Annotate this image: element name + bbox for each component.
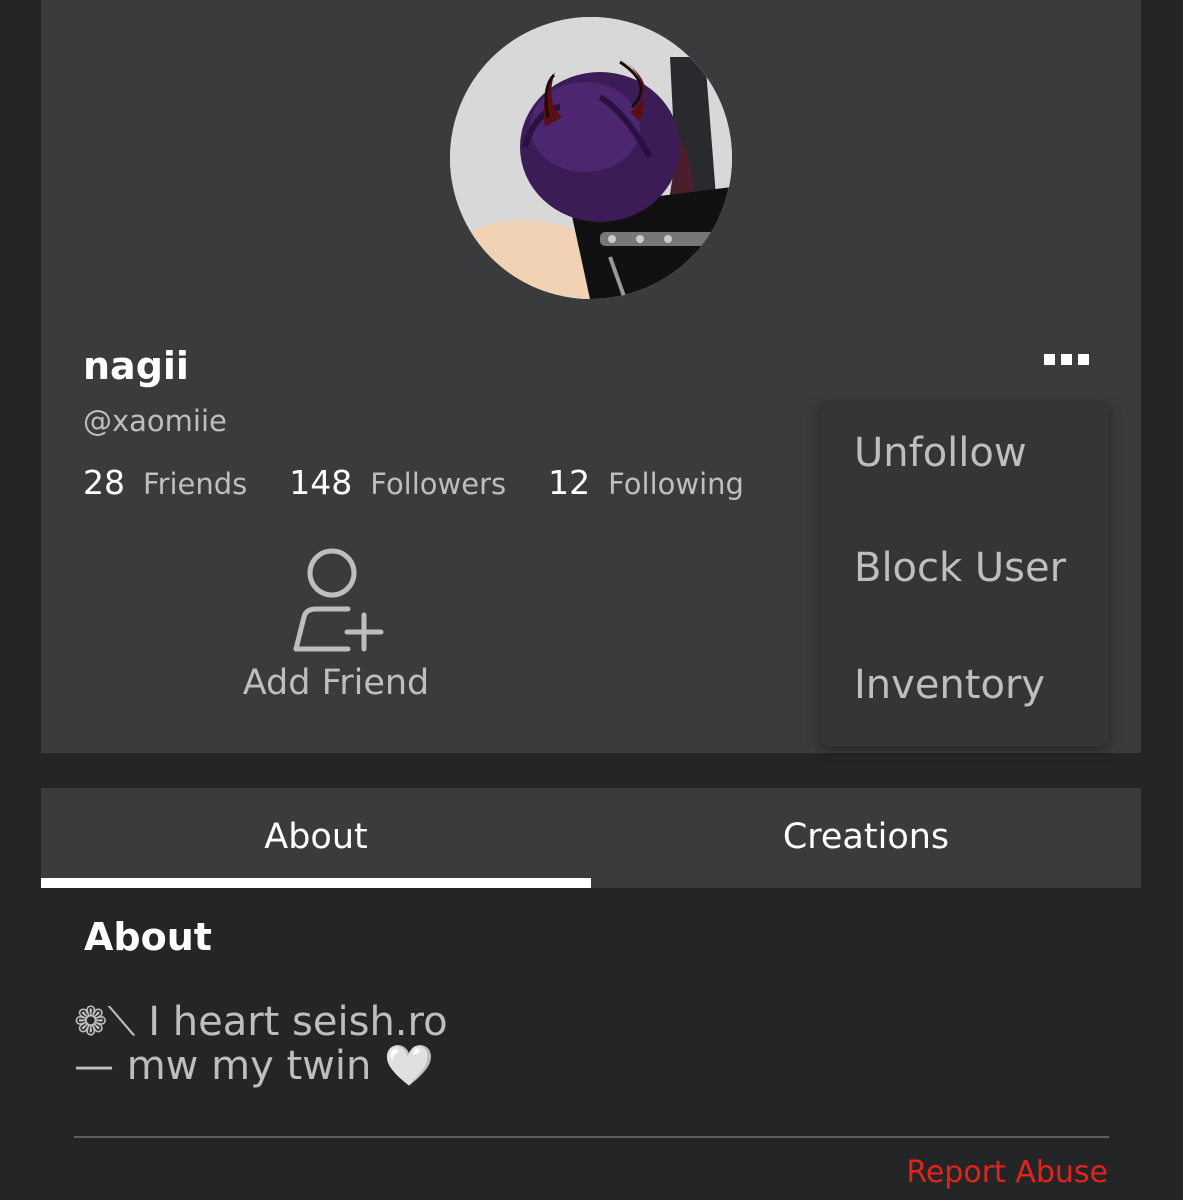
tab-creations[interactable]: Creations — [591, 788, 1141, 888]
friends-stat[interactable]: 28 Friends — [83, 463, 247, 502]
followers-stat[interactable]: 148 Followers — [289, 463, 506, 502]
about-description: ❁⟍ I heart seish.ro — mw my twin 🤍 — [74, 999, 448, 1089]
followers-label: Followers — [370, 467, 507, 501]
avatar-image — [450, 17, 732, 299]
more-options-icon — [1060, 353, 1072, 365]
more-options-icon — [1043, 353, 1055, 365]
add-friend-icon — [293, 548, 384, 652]
tab-about[interactable]: About — [41, 788, 591, 888]
friends-count: 28 — [83, 463, 125, 502]
display-name: nagii — [83, 344, 189, 388]
following-stat[interactable]: 12 Following — [548, 463, 744, 502]
menu-item-unfollow[interactable]: Unfollow — [854, 430, 1027, 476]
more-options-button[interactable] — [1038, 344, 1094, 374]
more-options-menu: Unfollow Block User Inventory — [820, 400, 1109, 746]
profile-tabs: About Creations — [41, 788, 1141, 888]
section-divider — [74, 1136, 1109, 1138]
followers-count: 148 — [289, 463, 353, 502]
following-count: 12 — [548, 463, 591, 502]
username: @xaomiie — [83, 404, 227, 438]
menu-item-inventory[interactable]: Inventory — [854, 662, 1045, 708]
report-abuse-link[interactable]: Report Abuse — [906, 1155, 1108, 1190]
add-friend-label: Add Friend — [242, 663, 430, 703]
menu-item-block-user[interactable]: Block User — [854, 545, 1066, 591]
add-friend-button[interactable]: Add Friend — [221, 545, 451, 703]
active-tab-indicator — [41, 878, 591, 888]
friends-label: Friends — [143, 467, 248, 501]
about-heading: About — [84, 915, 212, 959]
avatar[interactable] — [450, 17, 732, 299]
more-options-icon — [1077, 353, 1089, 365]
profile-stats: 28 Friends 148 Followers 12 Following — [83, 463, 786, 502]
following-label: Following — [608, 467, 744, 501]
